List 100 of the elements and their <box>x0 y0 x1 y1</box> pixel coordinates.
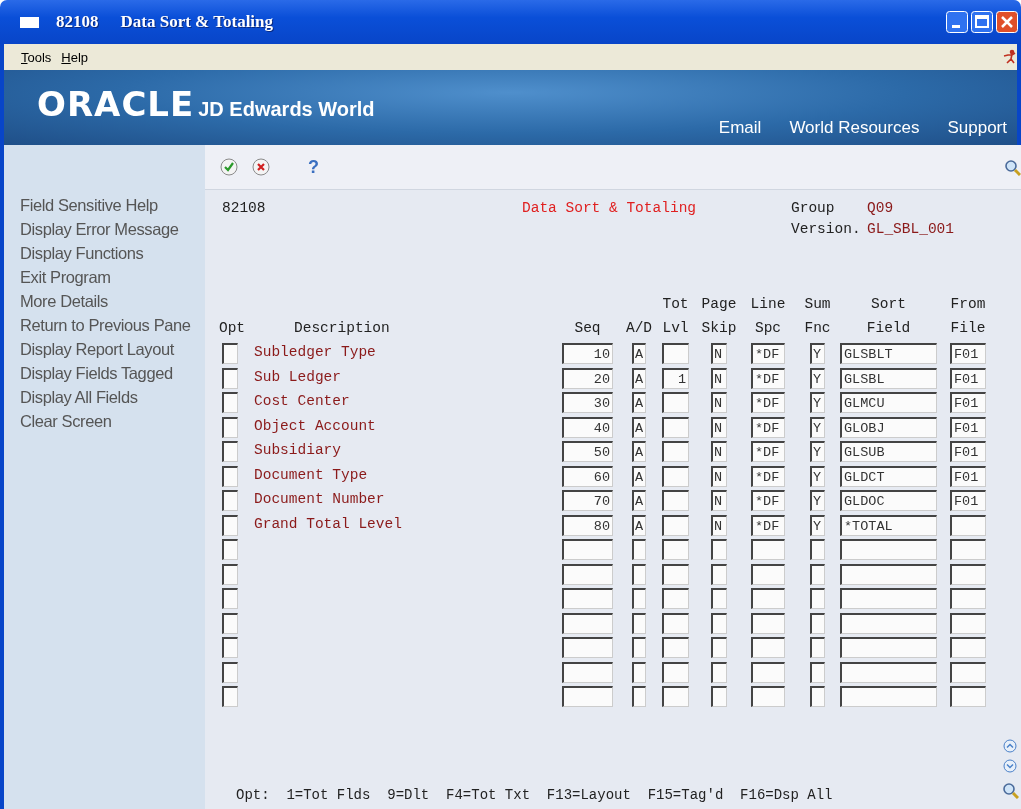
sequence-field[interactable]: 40 <box>562 416 613 438</box>
sidebar-item[interactable]: Display Fields Tagged <box>4 361 205 385</box>
total-level-field[interactable] <box>662 686 689 707</box>
sequence-field[interactable] <box>562 686 613 707</box>
sort-field[interactable] <box>840 686 937 707</box>
line-spacing-field[interactable] <box>751 637 785 658</box>
sidebar-item[interactable]: Display Functions <box>4 241 205 265</box>
line-spacing-field[interactable]: *DF <box>751 441 785 462</box>
sort-field[interactable] <box>840 637 937 658</box>
order-field[interactable] <box>632 563 646 585</box>
total-level-field[interactable] <box>662 514 689 536</box>
file-field[interactable] <box>950 661 986 683</box>
sort-field[interactable]: GLDCT <box>840 465 937 487</box>
sum-function-field[interactable]: Y <box>810 514 825 536</box>
option-field[interactable] <box>222 612 238 634</box>
sum-function-field[interactable]: Y <box>810 392 825 413</box>
total-level-field[interactable] <box>662 392 689 413</box>
option-field[interactable] <box>222 661 238 683</box>
sidebar-item[interactable]: Clear Screen <box>4 409 205 433</box>
order-field[interactable] <box>632 612 646 634</box>
line-spacing-field[interactable]: *DF <box>751 367 785 389</box>
total-level-field[interactable] <box>662 661 689 683</box>
order-field[interactable]: A <box>632 465 646 487</box>
total-level-field[interactable] <box>662 465 689 487</box>
page-skip-field[interactable]: N <box>711 416 727 438</box>
sort-field[interactable]: GLSBL <box>840 367 937 389</box>
cancel-icon[interactable] <box>252 158 270 176</box>
order-field[interactable]: A <box>632 441 646 462</box>
sequence-field[interactable]: 60 <box>562 465 613 487</box>
line-spacing-field[interactable]: *DF <box>751 465 785 487</box>
order-field[interactable] <box>632 588 646 609</box>
sum-function-field[interactable]: Y <box>810 416 825 438</box>
line-spacing-field[interactable]: *DF <box>751 392 785 413</box>
sort-field[interactable] <box>840 539 937 560</box>
order-field[interactable]: A <box>632 367 646 389</box>
sequence-field[interactable] <box>562 539 613 560</box>
line-spacing-field[interactable]: *DF <box>751 416 785 438</box>
file-field[interactable] <box>950 612 986 634</box>
order-field[interactable]: A <box>632 416 646 438</box>
search-icon[interactable] <box>1002 782 1019 799</box>
sum-function-field[interactable] <box>810 661 825 683</box>
sequence-field[interactable]: 70 <box>562 490 613 511</box>
banner-link[interactable]: World Resources <box>789 118 920 138</box>
sum-function-field[interactable]: Y <box>810 441 825 462</box>
page-skip-field[interactable]: N <box>711 441 727 462</box>
page-skip-field[interactable]: N <box>711 465 727 487</box>
sum-function-field[interactable] <box>810 539 825 560</box>
running-figure-icon[interactable] <box>1002 49 1017 65</box>
sequence-field[interactable]: 30 <box>562 392 613 413</box>
total-level-field[interactable] <box>662 343 689 364</box>
option-field[interactable] <box>222 637 238 658</box>
minimize-button[interactable] <box>946 11 968 33</box>
page-skip-field[interactable]: N <box>711 367 727 389</box>
sequence-field[interactable]: 20 <box>562 367 613 389</box>
option-field[interactable] <box>222 490 238 511</box>
sort-field[interactable]: GLMCU <box>840 392 937 413</box>
sort-field[interactable] <box>840 612 937 634</box>
sidebar-item[interactable]: Display All Fields <box>4 385 205 409</box>
sum-function-field[interactable]: Y <box>810 490 825 511</box>
sequence-field[interactable]: 80 <box>562 514 613 536</box>
page-skip-field[interactable]: N <box>711 490 727 511</box>
banner-link[interactable]: Support <box>947 118 1007 138</box>
file-field[interactable]: F01 <box>950 490 986 511</box>
option-field[interactable] <box>222 367 238 389</box>
menu-item[interactable]: Help <box>60 47 90 67</box>
sort-field[interactable] <box>840 661 937 683</box>
total-level-field[interactable] <box>662 441 689 462</box>
page-skip-field[interactable] <box>711 686 727 707</box>
page-skip-field[interactable]: N <box>711 392 727 413</box>
line-spacing-field[interactable] <box>751 588 785 609</box>
option-field[interactable] <box>222 588 238 609</box>
file-field[interactable] <box>950 563 986 585</box>
sum-function-field[interactable] <box>810 563 825 585</box>
total-level-field[interactable] <box>662 416 689 438</box>
order-field[interactable] <box>632 637 646 658</box>
order-field[interactable] <box>632 539 646 560</box>
sort-field[interactable]: GLSUB <box>840 441 937 462</box>
total-level-field[interactable] <box>662 539 689 560</box>
sidebar-item[interactable]: Exit Program <box>4 265 205 289</box>
option-field[interactable] <box>222 416 238 438</box>
page-skip-field[interactable] <box>711 637 727 658</box>
sum-function-field[interactable]: Y <box>810 343 825 364</box>
file-field[interactable] <box>950 686 986 707</box>
page-skip-field[interactable]: N <box>711 514 727 536</box>
help-button[interactable]: ? <box>308 156 319 178</box>
sort-field[interactable]: GLDOC <box>840 490 937 511</box>
sum-function-field[interactable] <box>810 686 825 707</box>
order-field[interactable]: A <box>632 343 646 364</box>
option-field[interactable] <box>222 686 238 707</box>
option-field[interactable] <box>222 441 238 462</box>
page-skip-field[interactable]: N <box>711 343 727 364</box>
order-field[interactable]: A <box>632 490 646 511</box>
line-spacing-field[interactable] <box>751 563 785 585</box>
sequence-field[interactable] <box>562 661 613 683</box>
total-level-field[interactable]: 1 <box>662 367 689 389</box>
sequence-field[interactable] <box>562 637 613 658</box>
file-field[interactable] <box>950 514 986 536</box>
line-spacing-field[interactable]: *DF <box>751 490 785 511</box>
line-spacing-field[interactable] <box>751 661 785 683</box>
sort-field[interactable]: GLOBJ <box>840 416 937 438</box>
